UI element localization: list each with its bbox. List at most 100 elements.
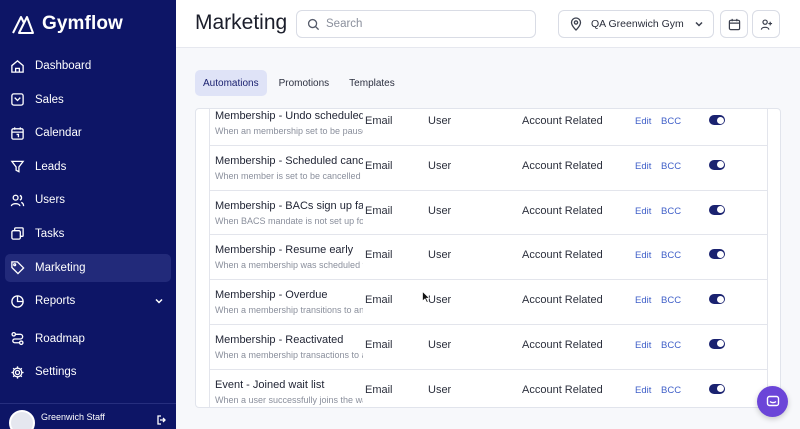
sidebar-item-dashboard[interactable]: Dashboard	[5, 52, 171, 80]
automation-type: Email	[365, 338, 393, 351]
edit-link[interactable]: Edit	[635, 206, 651, 217]
automations-table: Membership - Undo scheduled pause When an…	[195, 108, 781, 408]
brand-logo[interactable]: Gymflow	[10, 10, 123, 38]
automation-title: Membership - Reactivated	[215, 333, 344, 346]
tasks-icon	[11, 227, 24, 241]
automations-rows: Membership - Undo scheduled pause When an…	[209, 109, 768, 407]
logout-icon[interactable]	[156, 414, 168, 426]
automation-name-cell: Membership - Overdue When a membership tr…	[215, 288, 363, 316]
add-user-button[interactable]	[752, 10, 780, 38]
sidebar-item-label: Tasks	[35, 227, 65, 240]
sidebar-item-tasks[interactable]: Tasks	[5, 220, 171, 248]
automation-name-cell: Membership - Scheduled cancellation When …	[215, 154, 363, 182]
gym-selector-label: QA Greenwich Gym	[591, 18, 684, 30]
table-row: Membership - Resume early When a membersh…	[210, 235, 767, 281]
automation-category: Account Related	[522, 204, 603, 217]
users-icon	[10, 194, 25, 207]
automation-enabled-toggle[interactable]	[709, 159, 725, 170]
automation-description: When a membership transitions to an over…	[215, 305, 363, 316]
bcc-link[interactable]: BCC	[661, 206, 681, 217]
sidebar-item-reports[interactable]: Reports	[5, 287, 171, 315]
avatar	[9, 410, 35, 429]
automation-enabled-toggle[interactable]	[709, 338, 725, 349]
automation-enabled-toggle[interactable]	[709, 294, 725, 305]
bcc-link[interactable]: BCC	[661, 161, 681, 172]
automation-description: When a membership was scheduled to resum…	[215, 260, 363, 271]
tab-automations[interactable]: Automations	[195, 70, 267, 96]
sidebar-item-calendar[interactable]: Calendar	[5, 119, 171, 147]
sidebar-item-label: Users	[35, 194, 66, 207]
automation-title: Membership - Scheduled cancellation	[215, 154, 363, 167]
automation-audience: User	[428, 338, 452, 351]
bcc-link[interactable]: BCC	[661, 295, 681, 306]
sidebar-item-marketing[interactable]: Marketing	[5, 253, 171, 282]
automation-type: Email	[365, 294, 393, 307]
gymflow-logo-icon	[12, 16, 34, 34]
calendar-button[interactable]	[720, 10, 748, 38]
automation-description: When a user successfully joins the wait …	[215, 394, 363, 405]
calendar-icon	[728, 18, 740, 30]
sidebar-item-label: Dashboard	[35, 60, 92, 72]
location-pin-icon	[570, 17, 582, 31]
automation-description: When an membership set to be paused is r…	[215, 126, 363, 136]
edit-link[interactable]: Edit	[635, 340, 651, 351]
chat-launcher-button[interactable]	[757, 386, 788, 417]
automation-audience: User	[428, 294, 452, 307]
automation-name-cell: Membership - BACs sign up failure When BA…	[215, 199, 363, 227]
calendar-icon	[11, 127, 24, 140]
bcc-link[interactable]: BCC	[661, 340, 681, 351]
funnel-icon	[10, 160, 25, 173]
automation-name-cell: Event - Joined wait list When a user succ…	[215, 378, 363, 406]
automation-title: Membership - Overdue	[215, 289, 328, 302]
gym-selector[interactable]: QA Greenwich Gym	[558, 10, 714, 38]
sidebar-item-settings[interactable]: Settings	[5, 358, 171, 386]
sidebar-item-roadmap[interactable]: Roadmap	[5, 325, 171, 353]
bcc-link[interactable]: BCC	[661, 250, 681, 261]
table-row: Membership - Reactivated When a membershi…	[210, 325, 767, 370]
automation-category: Account Related	[522, 294, 603, 307]
automation-name-cell: Membership - Undo scheduled pause When an…	[215, 109, 363, 137]
automation-type: Email	[365, 204, 393, 217]
search-box[interactable]	[296, 10, 536, 38]
automation-name-cell: Membership - Resume early When a membersh…	[215, 243, 363, 271]
automation-name-cell: Membership - Reactivated When a membershi…	[215, 333, 363, 361]
edit-link[interactable]: Edit	[635, 250, 651, 261]
automation-title: Event - Joined wait list	[215, 378, 325, 391]
user-profile[interactable]: Greenwich Staff	[0, 403, 176, 429]
automation-enabled-toggle[interactable]	[709, 115, 725, 125]
chevron-down-icon	[155, 299, 163, 304]
tab-templates[interactable]: Templates	[341, 70, 403, 96]
automation-audience: User	[428, 204, 452, 217]
bcc-link[interactable]: BCC	[661, 385, 681, 396]
automation-audience: User	[428, 383, 452, 396]
table-row: Membership - Overdue When a membership tr…	[210, 280, 767, 325]
automation-category: Account Related	[522, 338, 603, 351]
automation-description: When BACS mandate is not set up for the …	[215, 215, 363, 226]
chevron-down-icon	[695, 21, 703, 27]
sidebar-item-sales[interactable]: Sales	[5, 86, 171, 114]
tab-promotions[interactable]: Promotions	[271, 70, 338, 96]
automation-type: Email	[365, 115, 393, 127]
top-header: Marketing QA Greenwich Gym	[176, 0, 800, 48]
automation-title: Membership - Undo scheduled pause	[215, 110, 363, 122]
edit-link[interactable]: Edit	[635, 161, 651, 172]
automation-audience: User	[428, 249, 452, 262]
sales-icon	[11, 93, 24, 106]
table-row: Membership - Undo scheduled pause When an…	[210, 109, 767, 146]
automation-enabled-toggle[interactable]	[709, 383, 725, 394]
edit-link[interactable]: Edit	[635, 295, 651, 306]
automation-enabled-toggle[interactable]	[709, 249, 725, 260]
sidebar-item-users[interactable]: Users	[5, 186, 171, 214]
automation-category: Account Related	[522, 159, 603, 172]
automation-title: Membership - Resume early	[215, 244, 354, 257]
edit-link[interactable]: Edit	[635, 385, 651, 396]
table-row: Event - Joined wait list When a user succ…	[210, 370, 767, 407]
home-icon	[11, 59, 24, 73]
automation-enabled-toggle[interactable]	[709, 204, 725, 215]
bcc-link[interactable]: BCC	[661, 116, 681, 127]
edit-link[interactable]: Edit	[635, 116, 651, 127]
automation-type: Email	[365, 249, 393, 262]
sidebar-item-label: Marketing	[35, 261, 86, 274]
search-input[interactable]	[326, 18, 526, 30]
sidebar-item-leads[interactable]: Leads	[5, 153, 171, 181]
